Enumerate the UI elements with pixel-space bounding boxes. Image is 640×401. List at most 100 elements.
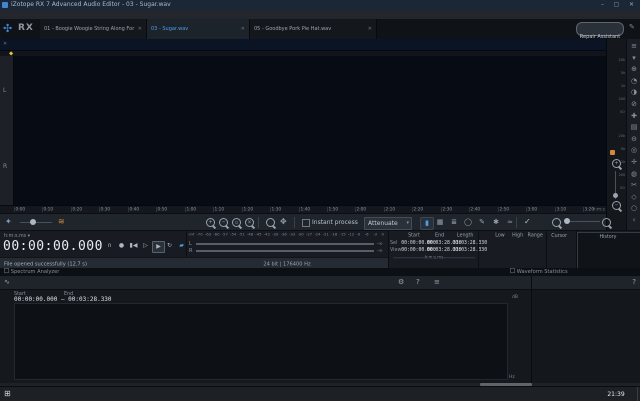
go-to-start-button[interactable]: ▮◀ [128, 241, 139, 251]
clock[interactable]: 21:39 [600, 391, 632, 398]
zoom-in-horizontal-icon[interactable] [602, 218, 611, 227]
readout-value: 00:00:00.000 [401, 240, 427, 246]
de-clip-icon[interactable]: ◔ [629, 77, 639, 85]
minimize-button[interactable]: – [596, 0, 609, 10]
time-format-dropdown[interactable]: h:m:s.ms ▾ [4, 233, 30, 239]
de-bleed-icon[interactable]: ◎ [629, 146, 639, 154]
channel-label-left[interactable]: L [3, 87, 6, 94]
settings-icon[interactable]: ≡ [434, 278, 440, 286]
instant-process-label[interactable]: Instant process [312, 219, 358, 226]
column-header: Length [452, 233, 478, 239]
follow-playhead-button[interactable]: ▰ [176, 241, 187, 251]
zoom-reset-icon[interactable]: × [245, 218, 254, 227]
spectral-repair-icon[interactable]: ◍ [629, 170, 639, 178]
panel-tab-row: Spectrum Analyzer Waveform Statistics [0, 268, 640, 276]
de-hum-icon[interactable]: ⊘ [629, 100, 639, 108]
frequency-selection-tool-icon[interactable]: ≣ [448, 217, 460, 228]
de-crackle-icon[interactable]: ◑ [629, 88, 639, 96]
spectrogram-view[interactable]: L R [0, 56, 606, 205]
blend-slider-knob[interactable] [30, 219, 36, 225]
apply-check-icon[interactable]: ✓ [524, 217, 531, 226]
waveform-overview[interactable]: ✕ [0, 39, 606, 50]
collapse-icon[interactable]: ▾ [629, 54, 639, 62]
file-tab-2[interactable]: 05 - Goodbye Pork Pie Hat.wav✕ [250, 19, 377, 39]
repair-assistant-button[interactable]: Repair Assistant [576, 22, 624, 36]
freq-ruler-label: 1k [621, 84, 625, 88]
time-selection-tool-icon[interactable]: ▮ [420, 217, 434, 230]
meter-tick: -48 [247, 232, 253, 236]
history-panel: History [577, 232, 640, 270]
navigate-icon[interactable]: ✦ [5, 217, 12, 226]
hand-tool-icon[interactable]: ✥ [280, 217, 287, 226]
spectrogram-waveform-blend-icon[interactable]: ≋ [58, 217, 65, 226]
close-button[interactable]: ✕ [625, 0, 638, 10]
play-selection-button[interactable]: ▷ [140, 241, 151, 251]
de-reverb-icon[interactable]: ▤ [629, 123, 639, 131]
cut-icon[interactable]: ✂ [629, 181, 639, 189]
process-mode-dropdown[interactable]: Attenuate ▾ [364, 217, 412, 230]
time-frequency-selection-tool-icon[interactable]: ▦ [434, 217, 446, 228]
lasso-selection-tool-icon[interactable]: ◯ [462, 217, 474, 228]
time-tick: 2:50 [498, 207, 509, 212]
blend-slider[interactable] [20, 222, 52, 223]
gear-icon[interactable]: ⚙ [398, 278, 404, 286]
spectrum-range-value: 00:00:00.000 – 00:03:28.330 [14, 296, 112, 303]
gain-icon[interactable]: ◇ [629, 193, 639, 201]
overview-close-icon[interactable]: ✕ [3, 41, 7, 47]
meter-tick: -30 [297, 232, 303, 236]
tab-close-icon[interactable]: ✕ [368, 26, 372, 32]
monitor-button[interactable]: ∩ [104, 241, 115, 251]
tab-close-icon[interactable]: ✕ [241, 26, 245, 32]
mouth-de-click-icon[interactable]: ✛ [629, 158, 639, 166]
file-tab-1[interactable]: 03 - Sugar.wav✕ [147, 19, 250, 39]
magnify-tool-icon[interactable] [266, 218, 275, 227]
time-tick: 3:10 [555, 207, 566, 212]
playhead-time-display[interactable]: 00:00:00.000 [3, 239, 103, 254]
spectrogram-blend-marker[interactable] [610, 150, 615, 155]
zoom-in-icon[interactable]: + [206, 218, 215, 227]
de-ess-icon[interactable]: ⊖ [629, 135, 639, 143]
freq-ruler-label: 5k [621, 147, 625, 151]
show-desktop-button[interactable] [637, 387, 638, 401]
loop-playback-button[interactable]: ↻ [164, 241, 175, 251]
collapse-left-icon[interactable]: ‹ [629, 216, 639, 224]
vertical-zoom-knob[interactable] [613, 193, 618, 198]
pencil-icon[interactable]: ✎ [629, 23, 635, 31]
record-button[interactable]: ● [116, 241, 127, 251]
waveform-statistics-panel: ? [532, 276, 640, 383]
help-icon[interactable]: ? [416, 278, 420, 286]
loop-icon[interactable]: ○ [629, 204, 639, 212]
zoom-selection-icon[interactable]: ▫ [232, 218, 241, 227]
zoom-out-horizontal-icon[interactable] [552, 218, 561, 227]
maximize-button[interactable]: ▢ [610, 0, 623, 10]
tab-close-icon[interactable]: ✕ [138, 26, 142, 32]
instant-process-checkbox[interactable] [302, 219, 310, 227]
editor-toolbar: ✦ ≋ ✥ Instant process Attenuate ▾ ✓ +−▫ ×… [0, 213, 606, 231]
freq-ruler-label: 50 [620, 186, 625, 190]
tab-spectrum-analyzer[interactable]: Spectrum Analyzer [4, 268, 59, 275]
zoom-out-icon[interactable]: − [219, 218, 228, 227]
spectrogram-canvas[interactable] [13, 56, 606, 205]
stats-help-icon[interactable]: ? [632, 278, 636, 286]
frequency-ruler[interactable]: + − 20k5k1k2005020k5k1k20050 [606, 39, 627, 230]
module-menu-icon[interactable]: ≡ [629, 42, 639, 50]
magic-wand-tool-icon[interactable]: ✱ [490, 217, 502, 228]
app-icon [2, 2, 8, 8]
horizontal-zoom-knob[interactable] [564, 218, 570, 224]
de-click-icon[interactable]: ⊕ [629, 65, 639, 73]
db-unit-label: dB [512, 294, 518, 299]
time-tick: 0:30 [99, 207, 110, 212]
meter-tick: -33 [289, 232, 295, 236]
meter-tick: -45 [255, 232, 261, 236]
row-label: View [390, 247, 401, 253]
brush-selection-tool-icon[interactable]: ✎ [476, 217, 488, 228]
overview-canvas[interactable] [13, 39, 606, 50]
start-button[interactable]: ⊞ [4, 389, 11, 398]
peak-readout-left: -∞ [377, 241, 383, 247]
channel-label-right[interactable]: R [3, 163, 7, 170]
file-tab-0[interactable]: 01 - Boogie Woogie String Along For Real… [40, 19, 147, 39]
readout-value: 00:03:28.330 [452, 247, 478, 253]
instant-gain-tool-icon[interactable]: ≃ [504, 217, 516, 228]
de-noise-icon[interactable]: ✚ [629, 112, 639, 120]
tab-waveform-statistics[interactable]: Waveform Statistics [510, 268, 568, 275]
